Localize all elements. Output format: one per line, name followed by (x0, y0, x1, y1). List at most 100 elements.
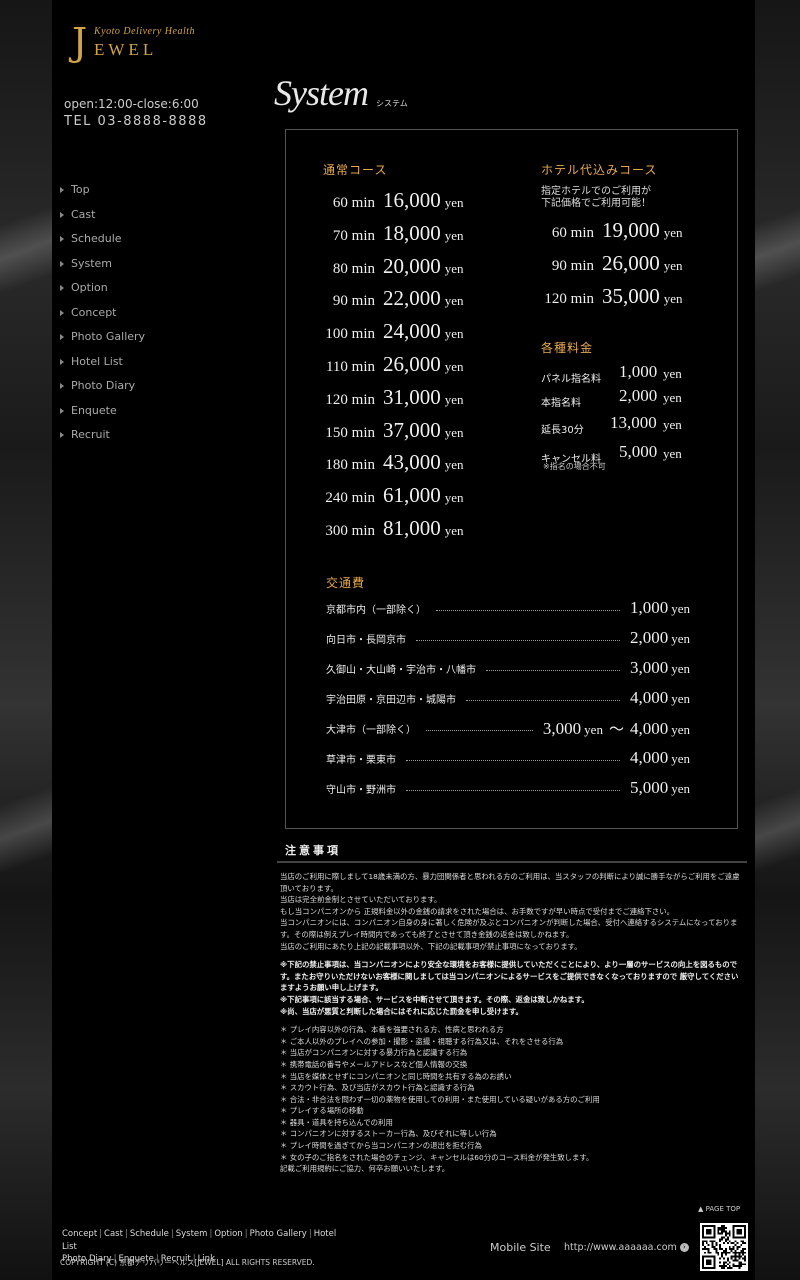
notice-divider (277, 861, 747, 863)
arrow-right-icon (60, 187, 64, 193)
page-title: System (274, 73, 369, 113)
logo-name: EWEL (94, 40, 158, 59)
nav-item-enquete[interactable]: Enquete (60, 403, 145, 428)
currency-unit: yen (671, 601, 690, 616)
page-top-link[interactable]: ▲ PAGE TOP (698, 1205, 740, 1213)
transport-price: 3,000 yen 〜 4,000 yen (543, 718, 690, 739)
course-price: 18,000 (383, 220, 441, 245)
transport-row: 宇治田原・京田辺市・城陽市 4,000 yen (326, 688, 696, 708)
course-price: 16,000 (383, 188, 441, 212)
footer-link-cast[interactable]: Cast (104, 1229, 123, 1239)
dotted-leader (416, 630, 620, 641)
course-price: 43,000 (383, 450, 441, 475)
background-decoration-right (755, 0, 800, 1280)
currency-unit: yen (444, 490, 464, 506)
mobile-site-link[interactable]: http://www.aaaaaa.com › (564, 1242, 689, 1253)
list-item: 記載ご利用規約にご協力、何卒お願いいたします。 (280, 1164, 450, 1174)
course-price: 19,000 (602, 218, 660, 242)
notice-line-text: ※下記事項に該当する場合、サービスを中断させて頂きます。その際、返金は致しかねま… (280, 994, 589, 1004)
range-tilde: 〜 (608, 722, 624, 738)
price-value: 5,000 (629, 778, 669, 797)
nav-item-top[interactable]: Top (60, 182, 145, 207)
price-row: 120 min 31,000 yen (298, 385, 463, 410)
currency-unit: yen (663, 390, 682, 405)
list-item: ＊ プレイ内容以外の行為、本番を強要される方、性病と思われる方 (280, 1025, 504, 1035)
nav-item-photo-gallery[interactable]: Photo Gallery (60, 329, 145, 354)
course-duration: 120 min (325, 391, 375, 408)
course-price: 81,000 (383, 516, 441, 540)
transport-price: 3,000 yen (630, 658, 690, 678)
nav-item-concept[interactable]: Concept (60, 305, 145, 330)
transport-area: 向日市・長岡京市 (326, 635, 406, 646)
list-item: ＊ スカウト行為、及び当店がスカウト行為と認識する行為 (280, 1083, 475, 1093)
course-duration: 120 min (544, 291, 594, 307)
footer-link-system[interactable]: System (176, 1229, 208, 1239)
notice-line-text: 当店は完全前金制とさせていただいております。 (280, 895, 442, 905)
list-item: ＊ 女の子のご指名をされた場合のチェンジ、キャンセルは60分のコース料金が発生致… (280, 1152, 594, 1162)
nav-item-label: Enquete (71, 403, 117, 417)
price-value: 2,000 (629, 628, 669, 647)
course-duration: 60 min (332, 195, 375, 211)
copyright: COPYRIGHT (C) 京都デリバリーヘルス[JEWEL] ALL RIGH… (60, 1258, 315, 1267)
list-item: ＊ 当店がコンパニオンに対する暴力行為と認識する行為 (280, 1048, 468, 1058)
currency-unit: yen (671, 631, 690, 646)
dotted-leader (436, 600, 620, 611)
footer-link-option[interactable]: Option (214, 1229, 242, 1239)
currency-unit: yen (663, 446, 682, 461)
footer-link-schedule[interactable]: Schedule (130, 1229, 169, 1239)
transport-price: 1,000 yen (630, 598, 690, 618)
nav-item-photo-diary[interactable]: Photo Diary (60, 378, 145, 403)
arrow-circle-icon: › (679, 1243, 689, 1252)
transport-row: 久御山・大山崎・宇治市・八幡市 3,000 yen (326, 658, 696, 678)
price-row: 90 min 26,000 yen (526, 251, 683, 276)
currency-unit: yen (663, 291, 683, 306)
currency-unit: yen (663, 258, 683, 273)
price-value: 4,000 (629, 719, 669, 738)
nav-item-recruit[interactable]: Recruit (60, 427, 145, 452)
hotel-course-heading: ホテル代込みコース (541, 163, 658, 177)
fee-label: パネル指名料 (541, 374, 601, 385)
transport-area: 大津市（一部除く） (326, 725, 416, 736)
fee-row: 本指名料 2,000 yen (541, 386, 682, 410)
course-duration: 240 min (325, 490, 375, 507)
price-row: 110 min 26,000 yen (298, 352, 464, 377)
course-duration: 110 min (325, 359, 375, 375)
notice-paragraph: 当店のご利用に際しまして18歳未満の方、暴力団関係者と思われる方のご利用は、当ス… (280, 871, 742, 952)
course-price: 26,000 (383, 352, 441, 376)
fees-heading: 各種料金 (541, 341, 594, 355)
currency-unit: yen (671, 751, 690, 766)
course-price: 20,000 (383, 253, 441, 278)
nav-item-schedule[interactable]: Schedule (60, 231, 145, 256)
price-value: 4,000 (629, 688, 669, 707)
logo-initial: J (72, 20, 88, 64)
nav-item-label: Photo Diary (71, 379, 136, 392)
currency-unit: yen (444, 227, 464, 243)
notice-body: 当店のご利用に際しまして18歳未満の方、暴力団関係者と思われる方のご利用は、当ス… (280, 871, 742, 1182)
site-logo[interactable]: J Kyoto Delivery Health EWEL (72, 22, 232, 66)
nav-item-option[interactable]: Option (60, 280, 145, 305)
course-price: 61,000 (383, 483, 441, 508)
nav-item-cast[interactable]: Cast (60, 207, 145, 232)
course-duration: 300 min (325, 523, 375, 539)
fee-label: 延長30分 (541, 425, 584, 436)
nav-item-system[interactable]: System (60, 256, 145, 281)
price-row: 300 min 81,000 yen (298, 516, 464, 541)
fee-note: ※指名の場合不可 (543, 462, 606, 471)
logo-subtitle: Kyoto Delivery Health (94, 26, 196, 37)
background-decoration-left (0, 0, 52, 1280)
currency-unit: yen (444, 523, 464, 538)
list-item: ＊ プレイする場所の移動 (280, 1106, 364, 1116)
footer-link-concept[interactable]: Concept (62, 1229, 97, 1239)
mobile-site-label: Mobile Site (490, 1241, 551, 1254)
transport-row: 向日市・長岡京市 2,000 yen (326, 628, 696, 648)
arrow-right-icon (60, 211, 64, 218)
nav-item-hotel-list[interactable]: Hotel List (60, 354, 145, 379)
footer-link-photo-gallery[interactable]: Photo Gallery (250, 1229, 307, 1239)
price-row: 100 min 24,000 yen (298, 319, 463, 344)
currency-unit: yen (671, 722, 690, 737)
transport-heading: 交通費 (326, 576, 366, 590)
transport-area: 守山市・野洲市 (326, 785, 396, 796)
dotted-leader (466, 690, 620, 701)
currency-unit: yen (663, 225, 683, 240)
link-separator: | (124, 1229, 128, 1239)
